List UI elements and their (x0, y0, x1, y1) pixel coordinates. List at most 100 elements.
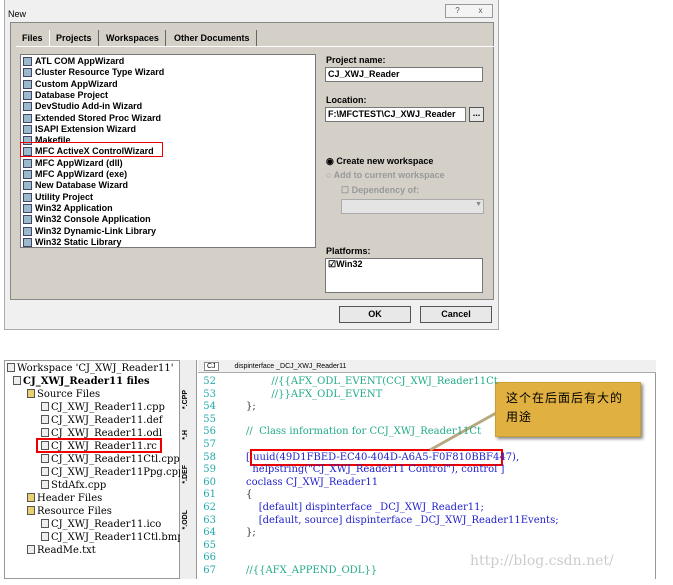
watermark: http://blog.csdn.net/ (470, 553, 614, 569)
project-type-item[interactable]: Custom AppWizard (23, 79, 118, 90)
file-node[interactable]: StdAfx.cpp (41, 480, 106, 492)
project-type-item[interactable]: Win32 Static Library (23, 237, 121, 248)
line-number: 60 (203, 476, 216, 488)
project-icon (23, 57, 32, 66)
file-node[interactable]: ReadMe.txt (27, 545, 96, 557)
project-icon (23, 170, 32, 179)
tab-files[interactable]: Files (16, 30, 50, 46)
dependency-checkbox[interactable]: ☐ Dependency of: (341, 185, 419, 196)
browse-button[interactable]: ... (469, 107, 484, 122)
tab-cpp[interactable]: *.CPP (182, 390, 189, 409)
project-type-label: Custom AppWizard (35, 78, 118, 89)
file-node[interactable]: CJ_XWJ_Reader11.def (41, 415, 163, 427)
line-number: 59 (203, 464, 216, 476)
project-type-label: Win32 Static Library (35, 236, 122, 247)
project-type-item[interactable]: DevStudio Add-in Wizard (23, 101, 142, 112)
radio-checked-icon: ◉ (326, 156, 337, 166)
file-node[interactable]: CJ_XWJ_Reader11Ctl.bmp (41, 532, 184, 544)
project-icon (23, 203, 32, 213)
close-icon[interactable]: x (469, 5, 492, 17)
file-node[interactable]: CJ_XWJ_Reader11.cpp (41, 402, 165, 414)
tab-odl[interactable]: *.ODL (182, 510, 189, 529)
folder-node[interactable]: Header Files (27, 493, 102, 505)
project-type-item[interactable]: MFC AppWizard (dll) (23, 158, 123, 169)
project-type-item[interactable]: New Database Wizard (23, 180, 128, 191)
project-type-label: ATL COM AppWizard (35, 56, 125, 66)
project-type-label: Utility Project (35, 191, 94, 202)
project-type-item[interactable]: ISAPI Extension Wizard (23, 124, 136, 135)
line-number: 52 (203, 376, 216, 387)
file-node[interactable]: CJ_XWJ_Reader11.ico (41, 519, 161, 531)
folder-icon (27, 506, 35, 515)
tab-other-documents[interactable]: Other Documents (168, 30, 257, 46)
file-icon (41, 428, 49, 437)
cancel-button[interactable]: Cancel (420, 306, 492, 323)
line-number: 66 (203, 552, 216, 564)
project-name-label: Project name: (326, 55, 386, 65)
dialog-title: New (8, 9, 27, 19)
project-icon (23, 226, 32, 236)
project-type-item[interactable]: Utility Project (23, 192, 93, 203)
file-icon (41, 454, 49, 463)
tab-projects[interactable]: Projects (49, 30, 99, 46)
odl-highlight-box (36, 438, 162, 453)
project-icon (23, 79, 32, 89)
project-icon (23, 158, 32, 168)
project-type-item[interactable]: Win32 Application (23, 203, 113, 214)
file-icon (41, 532, 49, 541)
project-icon (23, 102, 32, 112)
code-line: helpstring("CJ_XWJ_Reader11 Control"), c… (246, 464, 505, 476)
workspace-node[interactable]: Workspace 'CJ_XWJ_Reader11' (7, 363, 173, 375)
ok-button[interactable]: OK (339, 306, 411, 323)
project-type-label: New Database Wizard (35, 180, 128, 191)
tab-def[interactable]: *.DEF (182, 465, 189, 484)
project-type-item[interactable]: Database Project (23, 90, 108, 101)
radio-label: Create new workspace (336, 156, 434, 166)
location-input[interactable]: F:\MFCTEST\CJ_XWJ_Reader (325, 107, 466, 122)
project-icon (23, 237, 32, 247)
project-type-item[interactable]: MFC AppWizard (exe) (23, 169, 127, 180)
project-type-item[interactable]: Win32 Console Application (23, 214, 151, 225)
dependency-select[interactable]: ▼ (341, 199, 484, 214)
code-line: // Class information for CCJ_XWJ_Reader1… (246, 426, 482, 438)
line-number: 53 (203, 388, 216, 400)
help-icon[interactable]: ? (446, 5, 469, 17)
folder-node[interactable]: Resource Files (27, 506, 112, 518)
project-type-label: ISAPI Extension Wizard (35, 123, 136, 134)
node-label: StdAfx.cpp (51, 480, 107, 491)
project-type-item[interactable]: Win32 Dynamic-Link Library (23, 226, 156, 237)
checkbox-icon: ☐ (341, 185, 352, 195)
line-number: 63 (203, 514, 216, 526)
project-type-item[interactable]: ATL COM AppWizard (23, 56, 124, 67)
project-icon (23, 68, 32, 78)
project-type-label: Extended Stored Proc Wizard (35, 112, 161, 123)
project-type-item[interactable]: Cluster Resource Type Wizard (23, 67, 164, 78)
line-number: 55 (203, 413, 216, 425)
project-name-input[interactable]: CJ_XWJ_Reader (325, 67, 483, 82)
chevron-down-icon: ▼ (475, 201, 482, 208)
file-node[interactable]: CJ_XWJ_Reader11Ppg.cpp (41, 467, 184, 479)
folder-icon (27, 389, 35, 398)
platform-item[interactable]: ☑Win32 (326, 259, 363, 269)
project-type-label: Win32 Application (35, 202, 113, 213)
create-new-workspace-radio[interactable]: ◉ Create new workspace (326, 156, 433, 167)
line-number: 67 (203, 565, 216, 576)
tab-workspaces[interactable]: Workspaces (100, 30, 166, 46)
platforms-label: Platforms: (326, 246, 371, 256)
workspace-tree[interactable]: Workspace 'CJ_XWJ_Reader11' CJ_XWJ_Reader… (4, 360, 184, 579)
file-icon (13, 376, 21, 385)
line-number: 58 (203, 451, 216, 463)
folder-node[interactable]: Source Files (27, 389, 100, 401)
add-to-workspace-radio[interactable]: ○ Add to current workspace (326, 170, 445, 180)
platforms-list[interactable]: ☑Win32 (325, 258, 483, 293)
project-type-item[interactable]: Extended Stored Proc Wizard (23, 113, 161, 124)
file-node[interactable]: CJ_XWJ_Reader11Ctl.cpp (41, 454, 180, 466)
class-combo[interactable]: CJ (204, 362, 219, 371)
project-node[interactable]: CJ_XWJ_Reader11 files (13, 376, 150, 388)
line-number: 62 (203, 502, 216, 513)
project-icon (23, 113, 32, 123)
code-line: //{{AFX_ODL_EVENT(CCJ_XWJ_Reader11Ct (246, 376, 498, 387)
tab-h[interactable]: *.H (182, 430, 189, 440)
member-combo[interactable]: dispinterface _DCJ_XWJ_Reader11 (235, 363, 347, 370)
project-icon (23, 215, 32, 225)
